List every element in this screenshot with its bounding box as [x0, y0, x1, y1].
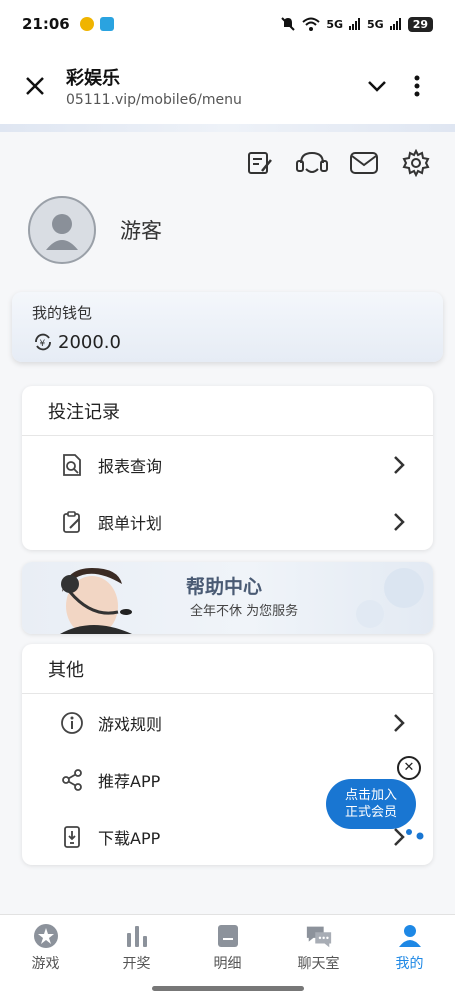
row-follow-plan[interactable]: 跟单计划	[22, 493, 433, 550]
refresh-yen-icon[interactable]: ¥	[32, 331, 54, 353]
decorative-bubbles	[356, 568, 424, 628]
results-chart-icon	[123, 923, 151, 949]
details-icon	[214, 923, 242, 949]
help-center-title: 帮助中心	[186, 576, 263, 598]
row-label: 报表查询	[98, 456, 163, 476]
status-bar: 21:06 5G 5G 29	[0, 0, 455, 48]
join-line-2: 正式会员	[344, 805, 397, 820]
tab-game[interactable]: 游戏	[0, 915, 91, 980]
avatar[interactable]	[28, 196, 96, 264]
row-report-search[interactable]: 报表查询	[22, 436, 433, 493]
row-label: 游戏规则	[98, 714, 163, 734]
wallet-card[interactable]: 我的钱包 ¥ 2000.0	[12, 292, 443, 362]
signal-bars-icon	[389, 18, 401, 30]
wallet-label: 我的钱包	[32, 304, 93, 322]
follow-plan-icon	[60, 510, 84, 534]
tab-results[interactable]: 开奖	[91, 915, 182, 980]
game-icon	[32, 923, 60, 949]
qq-icon	[79, 17, 94, 31]
battery-indicator: 29	[407, 16, 433, 32]
status-time: 21:06	[22, 15, 70, 33]
join-member-button[interactable]: 点击加入 正式会员	[326, 779, 416, 829]
others-card: 其他 游戏规则 推荐APP 下载APP	[22, 644, 433, 865]
wifi-icon	[302, 17, 320, 31]
tab-mine[interactable]: 我的	[364, 915, 455, 980]
bottom-tab-bar: 游戏 开奖 明细 聊天室 我的	[0, 914, 455, 980]
help-center-subtitle: 全年不休 为您服务	[190, 604, 299, 619]
system-nav-bar	[0, 980, 455, 1000]
wallet-balance: ¥ 2000.0	[32, 331, 423, 353]
bet-records-card: 投注记录 报表查询 跟单计划	[22, 386, 433, 550]
page-title-block: 彩娱乐 05111.vip/mobile6/menu	[66, 64, 357, 108]
bet-records-title: 投注记录	[22, 386, 433, 436]
download-icon	[60, 825, 84, 849]
signal-5g-2: 5G	[367, 17, 384, 31]
report-search-icon	[60, 453, 84, 477]
more-menu-icon[interactable]	[397, 66, 437, 106]
profile-icon	[396, 923, 424, 949]
telegram-icon	[99, 17, 114, 31]
home-gesture-handle[interactable]	[152, 986, 304, 991]
wallet-amount: 2000.0	[58, 331, 121, 353]
status-indicators: 5G 5G 29	[280, 16, 433, 32]
tab-label: 游戏	[31, 955, 60, 972]
tab-label: 聊天室	[297, 955, 340, 972]
chat-icon	[305, 923, 333, 949]
customer-service-icon[interactable]	[295, 146, 329, 180]
chevron-right-icon	[394, 455, 405, 474]
mute-bell-icon	[281, 17, 296, 31]
info-icon	[60, 711, 84, 735]
mail-icon[interactable]	[347, 146, 381, 180]
chevron-right-icon	[394, 512, 405, 531]
support-agent-image	[60, 568, 132, 634]
signal-bars-icon	[349, 18, 360, 30]
username: 游客	[120, 219, 162, 243]
tab-label: 我的	[395, 955, 424, 972]
help-center-banner[interactable]: 帮助中心 全年不休 为您服务	[22, 562, 433, 634]
row-label: 跟单计划	[98, 513, 163, 533]
tab-label: 开奖	[122, 955, 151, 972]
tab-label: 明细	[213, 955, 242, 972]
page-content: 游客 我的钱包 ¥ 2000.0 投注记录 报表查询 跟单计划 帮助中心 全年不…	[0, 124, 455, 914]
svg-text:¥: ¥	[40, 339, 46, 349]
top-actions	[243, 146, 433, 180]
others-title: 其他	[22, 644, 433, 694]
row-game-rules[interactable]: 游戏规则	[22, 694, 433, 751]
popup-dots-icon	[406, 829, 424, 840]
page-url: 05111.vip/mobile6/menu	[66, 92, 242, 108]
close-icon[interactable]	[18, 69, 52, 103]
edit-note-icon[interactable]	[243, 146, 277, 180]
browser-toolbar: 彩娱乐 05111.vip/mobile6/menu	[0, 48, 455, 124]
share-icon	[60, 768, 84, 792]
popup-close-icon[interactable]: ✕	[397, 756, 421, 780]
header-band	[0, 124, 455, 132]
chevron-right-icon	[394, 713, 405, 732]
chevron-down-icon[interactable]	[357, 66, 397, 106]
page-title: 彩娱乐	[66, 68, 120, 89]
tab-details[interactable]: 明细	[182, 915, 273, 980]
tab-chatroom[interactable]: 聊天室	[273, 915, 364, 980]
profile-section: 游客	[28, 196, 162, 264]
signal-5g-1: 5G	[326, 17, 343, 31]
settings-gear-icon[interactable]	[399, 146, 433, 180]
join-line-1: 点击加入	[344, 788, 397, 803]
